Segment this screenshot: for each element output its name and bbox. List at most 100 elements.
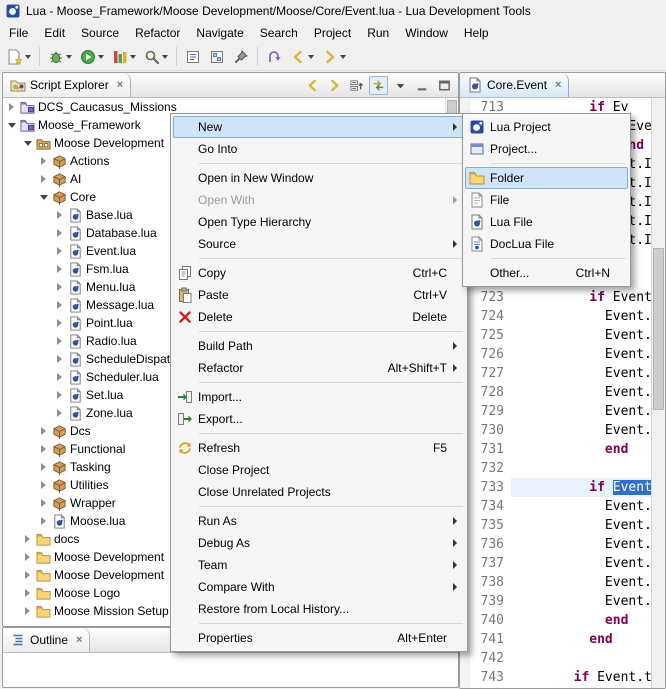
- menu-project[interactable]: Project: [306, 24, 359, 42]
- menu-item-new[interactable]: New: [173, 116, 465, 138]
- menu-item-lua-project[interactable]: Lua Project: [465, 116, 628, 138]
- dropdown-arrow-icon[interactable]: [25, 55, 31, 59]
- run-button[interactable]: [76, 44, 108, 70]
- menu-item-go-into[interactable]: Go Into: [173, 138, 465, 160]
- expander-collapsed-icon[interactable]: [55, 264, 65, 274]
- dropdown-arrow-icon[interactable]: [308, 55, 314, 59]
- menu-item-debug-as[interactable]: Debug As: [173, 532, 465, 554]
- menu-item-close-unrelated-projects[interactable]: Close Unrelated Projects: [173, 481, 465, 503]
- menu-item-doclua-file[interactable]: DocLua File: [465, 233, 628, 255]
- expander-collapsed-icon[interactable]: [23, 552, 33, 562]
- dropdown-arrow-icon[interactable]: [340, 55, 346, 59]
- minimize-icon[interactable]: [413, 76, 432, 95]
- close-icon[interactable]: ×: [555, 79, 561, 91]
- dropdown-arrow-icon[interactable]: [66, 55, 72, 59]
- menu-source[interactable]: Source: [73, 24, 127, 42]
- menu-item-lua-file[interactable]: Lua File: [465, 211, 628, 233]
- search-button[interactable]: [140, 44, 172, 70]
- editor-scrollbar[interactable]: [651, 98, 665, 688]
- expander-collapsed-icon[interactable]: [55, 210, 65, 220]
- menu-help[interactable]: Help: [456, 24, 497, 42]
- expander-collapsed-icon[interactable]: [39, 426, 49, 436]
- menu-item-other[interactable]: Other...Ctrl+N: [465, 262, 628, 284]
- menu-item-team[interactable]: Team: [173, 554, 465, 576]
- menu-refactor[interactable]: Refactor: [127, 24, 188, 42]
- menu-file[interactable]: File: [1, 24, 36, 42]
- menu-run[interactable]: Run: [359, 24, 397, 42]
- menu-item-source[interactable]: Source: [173, 233, 465, 255]
- pin-editor-button[interactable]: [229, 44, 253, 70]
- expander-collapsed-icon[interactable]: [55, 372, 65, 382]
- expander-collapsed-icon[interactable]: [23, 570, 33, 580]
- expander-collapsed-icon[interactable]: [55, 282, 65, 292]
- open-element-button[interactable]: [181, 44, 205, 70]
- expander-collapsed-icon[interactable]: [23, 534, 33, 544]
- menu-item-import[interactable]: Import...: [173, 386, 465, 408]
- expander-collapsed-icon[interactable]: [39, 444, 49, 454]
- tab-core-event[interactable]: Core.Event ×: [460, 73, 569, 97]
- expander-collapsed-icon[interactable]: [55, 300, 65, 310]
- last-edit-location-button[interactable]: [262, 44, 286, 70]
- expander-expanded-icon[interactable]: [39, 192, 49, 202]
- mark-occurrences-button[interactable]: [205, 44, 229, 70]
- scrollbar-thumb[interactable]: [653, 248, 664, 410]
- menu-item-export[interactable]: Export...: [173, 408, 465, 430]
- expander-collapsed-icon[interactable]: [23, 588, 33, 598]
- menu-navigate[interactable]: Navigate: [188, 24, 251, 42]
- expander-collapsed-icon[interactable]: [55, 228, 65, 238]
- expander-expanded-icon[interactable]: [7, 120, 17, 130]
- maximize-icon[interactable]: [435, 76, 454, 95]
- link-with-editor-icon[interactable]: [369, 76, 388, 95]
- tab-script-explorer[interactable]: Script Explorer ×: [3, 73, 131, 97]
- expander-collapsed-icon[interactable]: [55, 354, 65, 364]
- dropdown-arrow-icon[interactable]: [130, 55, 136, 59]
- tab-outline[interactable]: Outline ×: [3, 628, 90, 652]
- expander-collapsed-icon[interactable]: [39, 156, 49, 166]
- expander-collapsed-icon[interactable]: [39, 498, 49, 508]
- expander-collapsed-icon[interactable]: [39, 516, 49, 526]
- menu-item-build-path[interactable]: Build Path: [173, 335, 465, 357]
- menu-item-project[interactable]: Project...: [465, 138, 628, 160]
- expander-collapsed-icon[interactable]: [39, 462, 49, 472]
- menu-item-properties[interactable]: PropertiesAlt+Enter: [173, 627, 465, 649]
- menu-item-open-type-hierarchy[interactable]: Open Type Hierarchy: [173, 211, 465, 233]
- expander-collapsed-icon[interactable]: [39, 480, 49, 490]
- collapse-all-icon[interactable]: [347, 76, 366, 95]
- expander-collapsed-icon[interactable]: [7, 102, 17, 112]
- expander-collapsed-icon[interactable]: [23, 606, 33, 616]
- expander-collapsed-icon[interactable]: [39, 174, 49, 184]
- forward-button[interactable]: [318, 44, 350, 70]
- expander-expanded-icon[interactable]: [23, 138, 33, 148]
- dropdown-arrow-icon[interactable]: [98, 55, 104, 59]
- menu-item-refresh[interactable]: RefreshF5: [173, 437, 465, 459]
- new-wizard-button[interactable]: [3, 44, 35, 70]
- menu-item-delete[interactable]: DeleteDelete: [173, 306, 465, 328]
- debug-button[interactable]: [44, 44, 76, 70]
- close-icon[interactable]: ×: [117, 79, 123, 91]
- back-icon[interactable]: [303, 76, 322, 95]
- menu-item-open-in-new-window[interactable]: Open in New Window: [173, 167, 465, 189]
- menu-item-compare-with[interactable]: Compare With: [173, 576, 465, 598]
- expander-collapsed-icon[interactable]: [55, 390, 65, 400]
- forward-icon[interactable]: [325, 76, 344, 95]
- menu-item-open-with[interactable]: Open With: [173, 189, 465, 211]
- menu-item-run-as[interactable]: Run As: [173, 510, 465, 532]
- expander-collapsed-icon[interactable]: [55, 246, 65, 256]
- menu-item-refactor[interactable]: RefactorAlt+Shift+T: [173, 357, 465, 379]
- view-menu-icon[interactable]: [391, 76, 410, 95]
- menu-item-paste[interactable]: PasteCtrl+V: [173, 284, 465, 306]
- expander-collapsed-icon[interactable]: [55, 318, 65, 328]
- menu-item-restore-from-local-history[interactable]: Restore from Local History...: [173, 598, 465, 620]
- menu-window[interactable]: Window: [397, 24, 456, 42]
- expander-collapsed-icon[interactable]: [55, 408, 65, 418]
- dropdown-arrow-icon[interactable]: [162, 55, 168, 59]
- menu-item-copy[interactable]: CopyCtrl+C: [173, 262, 465, 284]
- menu-item-folder[interactable]: Folder: [465, 167, 628, 189]
- close-icon[interactable]: ×: [76, 634, 82, 646]
- expander-collapsed-icon[interactable]: [55, 336, 65, 346]
- back-button[interactable]: [286, 44, 318, 70]
- menu-search[interactable]: Search: [252, 24, 306, 42]
- menu-item-file[interactable]: File: [465, 189, 628, 211]
- menu-item-close-project[interactable]: Close Project: [173, 459, 465, 481]
- menu-edit[interactable]: Edit: [36, 24, 73, 42]
